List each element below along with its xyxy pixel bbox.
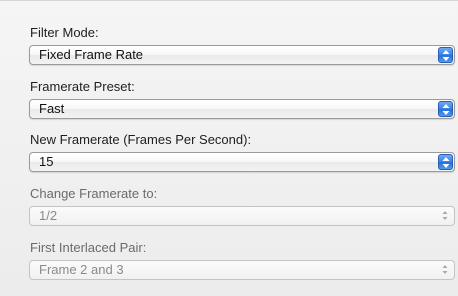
change-framerate-label: Change Framerate to:: [30, 186, 158, 201]
change-framerate-value: 1/2: [39, 208, 58, 223]
change-framerate-popup[interactable]: 1/2: [29, 206, 455, 226]
first-interlaced-pair-popup[interactable]: Frame 2 and 3: [29, 260, 455, 280]
first-interlaced-pair-value: Frame 2 and 3: [39, 262, 124, 277]
up-down-arrows-icon: [438, 208, 453, 224]
framerate-preset-value: Fast: [39, 101, 65, 116]
new-framerate-label: New Framerate (Frames Per Second):: [30, 132, 252, 147]
up-down-arrows-icon: [438, 47, 453, 63]
filter-settings-panel: Filter Mode: Fixed Frame Rate Framerate …: [0, 0, 458, 296]
framerate-preset-label: Framerate Preset:: [30, 79, 135, 94]
first-interlaced-pair-label: First Interlaced Pair:: [30, 240, 147, 255]
up-down-arrows-icon: [438, 154, 453, 170]
new-framerate-value: 15: [39, 154, 54, 169]
filter-mode-popup[interactable]: Fixed Frame Rate: [29, 45, 455, 65]
up-down-arrows-icon: [438, 101, 453, 117]
up-down-arrows-icon: [438, 262, 453, 278]
framerate-preset-popup[interactable]: Fast: [29, 99, 455, 119]
new-framerate-popup[interactable]: 15: [29, 152, 455, 172]
filter-mode-value: Fixed Frame Rate: [39, 47, 144, 62]
filter-mode-label: Filter Mode:: [30, 25, 99, 40]
